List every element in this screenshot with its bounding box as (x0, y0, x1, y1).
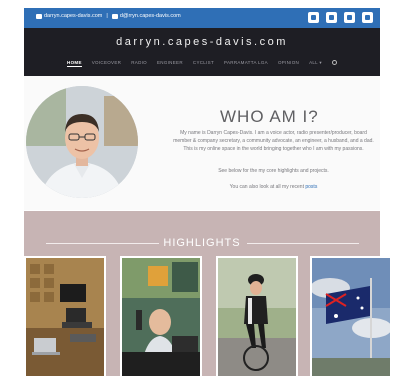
nav-home[interactable]: HOME (67, 60, 82, 67)
email-icon (111, 13, 118, 19)
nav-opinion[interactable]: OPINION (278, 60, 299, 67)
nav-voiceover[interactable]: VOICEOVER (92, 60, 121, 67)
page-heading: WHO AM I? (220, 107, 319, 126)
website-link[interactable]: darryn.capes-davis.com (44, 13, 102, 19)
divider-right (247, 243, 359, 244)
posts-link[interactable]: posts (305, 184, 317, 190)
flag-photo (312, 258, 390, 376)
recent-posts-line: You can also look at all my recent posts (171, 184, 376, 190)
main-nav: HOME VOICEOVER RADIO ENGINEER CYCLIST PA… (24, 60, 380, 67)
highlights-intro: See below for the my core highlights and… (218, 168, 329, 174)
highlights-section: HIGHLIGHTS (24, 211, 392, 376)
cyclist-photo (218, 258, 296, 376)
email-icon[interactable] (362, 12, 373, 23)
nav-parramatta-lga[interactable]: PARRAMATTA LGA (224, 60, 268, 67)
site-title[interactable]: darryn.capes-davis.com (24, 36, 380, 48)
email-link[interactable]: d@rryn.capes-davis.com (120, 13, 181, 19)
nav-all[interactable]: ALL ▾ (309, 60, 322, 67)
nav-engineer[interactable]: ENGINEER (157, 60, 183, 67)
voiceover-booth-photo (26, 258, 104, 376)
highlight-card-parramatta[interactable] (310, 256, 392, 376)
social-links (308, 12, 373, 23)
instagram-icon[interactable] (344, 12, 355, 23)
highlight-card-cyclist[interactable] (216, 256, 298, 376)
highlight-card-radio[interactable] (120, 256, 202, 376)
twitter-icon[interactable] (308, 12, 319, 23)
linkedin-icon[interactable] (326, 12, 337, 23)
separator: | (106, 13, 108, 19)
recent-posts-prefix: You can also look at all my recent (229, 184, 304, 190)
intro-paragraph: My name is Darryn Capes-Davis. I am a vo… (173, 130, 374, 153)
profile-photo (26, 86, 138, 198)
radio-studio-photo (122, 258, 200, 376)
profile-photo-art (26, 86, 138, 198)
home-icon (36, 13, 42, 19)
site-header: darryn.capes-davis.com HOME VOICEOVER RA… (24, 28, 380, 76)
contact-info: darryn.capes-davis.com | d@rryn.capes-davi… (36, 13, 181, 19)
contact-bar: darryn.capes-davis.com | d@rryn.capes-davi… (24, 8, 380, 28)
about-section: WHO AM I? My name is Darryn Capes-Davis.… (24, 76, 380, 210)
highlight-card-voiceover[interactable] (24, 256, 106, 376)
highlights-cards (24, 256, 392, 376)
nav-cyclist[interactable]: CYCLIST (193, 60, 214, 67)
nav-radio[interactable]: RADIO (131, 60, 147, 67)
search-icon[interactable] (331, 60, 337, 65)
